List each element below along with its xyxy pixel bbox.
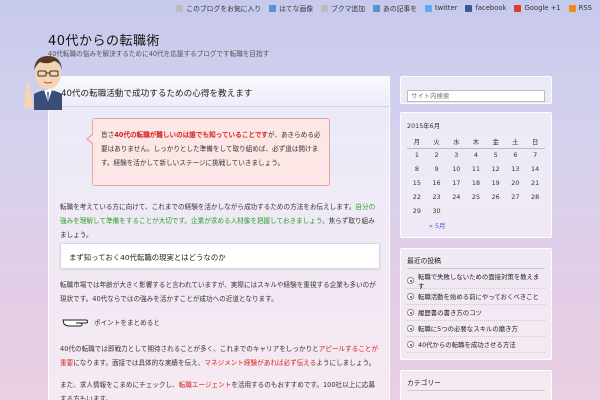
- calendar-day: 9: [434, 165, 439, 173]
- topbar-item-share[interactable]: あの記事を: [373, 3, 417, 13]
- post-paragraph-1: 転職を考えている方に向けて、これまでの経験を活かしながら成功するための方法をお伝…: [60, 203, 376, 239]
- share-icon: [373, 4, 381, 12]
- twitter-icon: [425, 4, 433, 12]
- calendar-day: 8: [414, 165, 419, 173]
- categories-heading: カテゴリー: [407, 377, 545, 391]
- recent-post-item[interactable]: 転職で失敗しないための面接対策を教えます: [407, 273, 545, 290]
- calendar-day: 24: [452, 193, 461, 201]
- recent-post-item[interactable]: 転職活動を始める前にやっておくべきこと: [407, 289, 545, 305]
- calendar-prev-month-link[interactable]: « 5月: [429, 221, 545, 230]
- calendar-day: 17: [452, 179, 461, 187]
- calendar-day: 20: [511, 179, 520, 187]
- site-description: 40代転職の悩みを解決するために40代を応援するブログです転職を目指す: [48, 50, 270, 58]
- calendar-day: [486, 204, 506, 218]
- calendar-day: 6: [513, 151, 518, 160]
- topbar-item-bookmark-add[interactable]: ブクマ追加: [321, 3, 365, 13]
- calendar-day: 15: [412, 179, 421, 187]
- calendar-title: 2015年6月: [407, 122, 441, 130]
- top-share-bar: このブログをお気に入り はてな画像 ブクマ追加 あの記事を twitter fa…: [0, 0, 600, 16]
- calendar-day: [506, 204, 526, 218]
- calendar-day: 3: [454, 151, 459, 160]
- calendar-day: 12: [491, 165, 500, 173]
- recent-posts-heading: 最近の投稿: [407, 255, 545, 269]
- calendar-day: 1: [414, 151, 419, 160]
- calendar-day: 5: [493, 151, 498, 160]
- calendar-day: 27: [511, 193, 520, 201]
- calendar-day: 26: [491, 193, 500, 201]
- post-paragraph-3: 40代の転職では即戦力として期待されることが多く、これまでのキャリアをしっかりと…: [60, 345, 379, 367]
- calendar-widget: 2015年6月 月 火 水 木 金 土 日 1 2 3 4 5 6 7 8 9 …: [400, 112, 552, 238]
- calendar-day: 4: [473, 151, 478, 160]
- weekday-thu: 木: [466, 136, 486, 149]
- pointing-hand-icon: [62, 319, 88, 327]
- bullet-icon: [407, 309, 414, 316]
- avatar: [24, 56, 62, 110]
- calendar-day: 25: [471, 193, 481, 201]
- calendar-day: [446, 204, 466, 218]
- calendar-day: 2: [434, 151, 439, 160]
- calendar-day: [466, 204, 486, 218]
- topbar-item-googleplus[interactable]: Google +1: [514, 4, 561, 12]
- topbar-item-hatena[interactable]: はてな画像: [269, 3, 313, 13]
- categories-widget: カテゴリー: [400, 370, 552, 400]
- calendar-day: 28: [531, 193, 540, 201]
- calendar-day: [525, 204, 545, 218]
- bookmark-add-icon: [321, 4, 329, 12]
- calendar-day: 30: [432, 207, 441, 215]
- search-widget: [400, 76, 552, 104]
- point-row: ポイントをまとめると: [62, 316, 160, 328]
- calendar-day: 10: [452, 165, 461, 173]
- hatena-icon: [269, 4, 277, 12]
- calendar-day: 23: [432, 193, 441, 201]
- topbar-item-favorite[interactable]: このブログをお気に入り: [176, 3, 261, 13]
- topbar-item-rss[interactable]: RSS: [568, 4, 592, 12]
- calendar-table: 月 火 水 木 金 土 日 1 2 3 4 5 6 7 8 9 10 11 12…: [407, 136, 545, 218]
- calendar-day: 21: [531, 179, 540, 187]
- bookmark-icon: [176, 4, 184, 12]
- calendar-day: 18: [471, 179, 481, 187]
- calendar-day: 16: [432, 179, 441, 187]
- calendar-day: 13: [511, 165, 520, 173]
- bullet-icon: [407, 293, 414, 300]
- calendar-day: 29: [412, 207, 421, 215]
- topbar-item-facebook[interactable]: facebook: [465, 4, 506, 12]
- rss-icon: [568, 4, 576, 12]
- googleplus-icon: [514, 4, 522, 12]
- speech-highlight: 40代の転職が難しいのは誰でも知っていることです: [114, 131, 268, 139]
- post-paragraph-2: 転職市場では年齢が大きく影響すると言われていますが、実際にはスキルや経験を重視す…: [60, 281, 376, 303]
- bullet-icon: [407, 325, 414, 332]
- bullet-icon: [407, 277, 414, 284]
- calendar-day: 7: [533, 151, 538, 160]
- calendar-day: 19: [491, 179, 500, 187]
- recent-post-item[interactable]: 転職に5つの必要なスキルの磨き方: [407, 321, 545, 337]
- calendar-day: 14: [531, 165, 540, 173]
- post-title: 40代の転職活動で成功するための心得を教えます: [49, 77, 389, 107]
- bullet-icon: [407, 341, 414, 348]
- weekday-fri: 金: [485, 136, 506, 149]
- weekday-sun: 日: [525, 136, 545, 149]
- weekday-tue: 火: [426, 136, 447, 149]
- weekday-mon: 月: [407, 136, 427, 149]
- recent-posts-widget: 最近の投稿 転職で失敗しないための面接対策を教えます 転職活動を始める前にやって…: [400, 248, 552, 360]
- topbar-item-twitter[interactable]: twitter: [425, 4, 457, 12]
- section-heading: まず知っておく40代転職の現実とはどうなのか: [60, 243, 380, 269]
- search-input[interactable]: [407, 90, 545, 102]
- intro-speech-bubble: 皆さ40代の転職が難しいのは誰でも知っていることですが、あきらめる必要はありませ…: [86, 118, 330, 186]
- weekday-wed: 水: [446, 136, 467, 149]
- calendar-day: 22: [412, 193, 421, 201]
- calendar-day: 11: [471, 165, 481, 173]
- facebook-icon: [465, 4, 473, 12]
- post-paragraph-4: また、求人情報をこまめにチェックし、転職エージェントを活用するのもおすすめです。…: [60, 381, 376, 400]
- recent-post-item[interactable]: 履歴書の書き方のコツ: [407, 305, 545, 321]
- recent-post-item[interactable]: 40代からの転職を成功させる方法: [407, 337, 545, 353]
- weekday-sat: 土: [505, 136, 526, 149]
